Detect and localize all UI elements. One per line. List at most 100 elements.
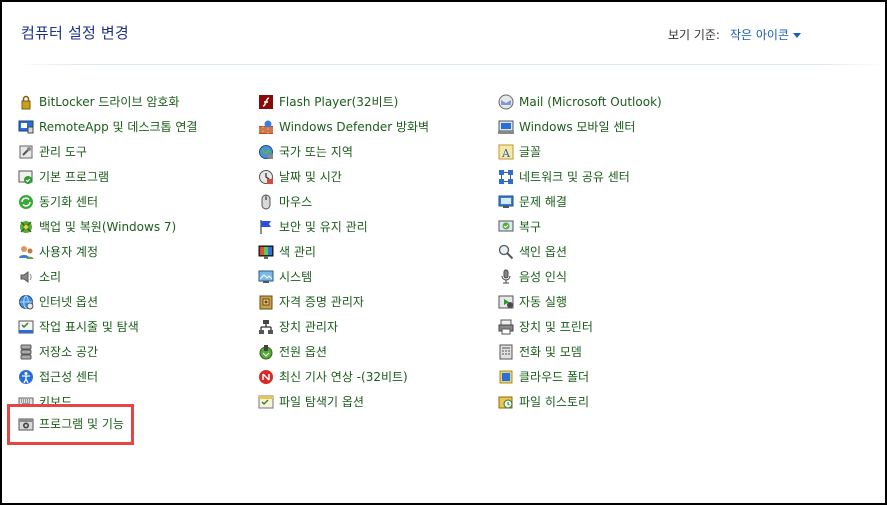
sound-icon (18, 269, 34, 285)
view-by-label: 보기 기준: (667, 28, 720, 42)
control-panel-item[interactable]: 관리 도구 (18, 139, 197, 164)
item-label: Windows Defender 방화벽 (279, 120, 430, 134)
item-label: 날짜 및 시간 (279, 170, 342, 184)
devices-printers-icon (498, 319, 514, 335)
firewall-icon (258, 119, 274, 135)
control-panel-item[interactable]: 색인 옵션 (498, 239, 662, 264)
programs-features-icon (18, 416, 34, 432)
control-panel-item[interactable]: Flash Player(32비트) (258, 89, 429, 114)
control-panel-item[interactable]: 클라우드 폴더 (498, 364, 662, 389)
mouse-icon (258, 194, 274, 210)
item-label: 색 관리 (279, 245, 316, 259)
control-panel-item[interactable]: 파일 탐색기 옵션 (258, 389, 429, 414)
item-label: 색인 옵션 (519, 245, 567, 259)
item-label: 자격 증명 관리자 (279, 295, 364, 309)
item-label: 최신 기사 연상 -(32비트) (279, 370, 408, 384)
control-panel-item[interactable]: 음성 인식 (498, 264, 662, 289)
taskbar-icon (18, 319, 34, 335)
item-label: 파일 히스토리 (519, 395, 590, 409)
item-label: 소리 (39, 270, 62, 284)
item-label: Mail (Microsoft Outlook) (519, 94, 662, 109)
control-panel-item[interactable]: 인터넷 옵션 (18, 289, 197, 314)
network-sharing-icon (498, 169, 514, 185)
item-label: 네트워크 및 공유 센터 (519, 170, 630, 184)
date-time-icon (258, 169, 274, 185)
control-panel-item[interactable]: 최신 기사 연상 -(32비트) (258, 364, 429, 389)
item-label: 프로그램 및 기능 (39, 417, 124, 431)
control-panel-item[interactable]: 저장소 공간 (18, 339, 197, 364)
control-panel-item[interactable]: 장치 관리자 (258, 314, 429, 339)
mobility-center-icon (498, 119, 514, 135)
region-icon (258, 144, 274, 160)
item-label: 시스템 (279, 270, 313, 284)
control-panel-item[interactable]: 보안 및 유지 관리 (258, 214, 429, 239)
control-panel-item[interactable]: 백업 및 복원(Windows 7) (18, 214, 197, 239)
item-label: 사용자 계정 (39, 245, 99, 259)
control-panel-item[interactable]: 작업 표시줄 및 탐색 (18, 314, 197, 339)
news-icon (258, 369, 274, 385)
control-panel-item[interactable]: 전화 및 모뎀 (498, 339, 662, 364)
control-panel-item[interactable]: 시스템 (258, 264, 429, 289)
item-label: 전원 옵션 (279, 345, 327, 359)
item-label: Windows 모바일 센터 (519, 120, 636, 134)
control-panel-item[interactable]: 소리 (18, 264, 197, 289)
item-label: BitLocker 드라이브 암호화 (39, 95, 180, 109)
ease-of-access-icon (18, 369, 34, 385)
control-panel-item[interactable]: 날짜 및 시간 (258, 164, 429, 189)
file-history-icon (498, 394, 514, 410)
item-label: 국가 또는 지역 (279, 145, 353, 159)
mail-icon (498, 94, 514, 110)
control-panel-item[interactable]: 자격 증명 관리자 (258, 289, 429, 314)
system-icon (258, 269, 274, 285)
item-label: 음성 인식 (519, 270, 567, 284)
storage-spaces-icon (18, 344, 34, 360)
indexing-options-icon (498, 244, 514, 260)
items-column-3: Mail (Microsoft Outlook) Windows 모바일 센터 A 글… (498, 89, 662, 414)
control-panel-item[interactable]: 자동 실행 (498, 289, 662, 314)
control-panel-item[interactable]: 색 관리 (258, 239, 429, 264)
control-panel-item[interactable]: 마우스 (258, 189, 429, 214)
item-label: 저장소 공간 (39, 345, 99, 359)
internet-options-icon (18, 294, 34, 310)
default-programs-icon (18, 169, 34, 185)
control-panel-item[interactable]: 전원 옵션 (258, 339, 429, 364)
control-panel-item[interactable]: Mail (Microsoft Outlook) (498, 89, 662, 114)
autoplay-icon (498, 294, 514, 310)
control-panel-item[interactable]: BitLocker 드라이브 암호화 (18, 89, 197, 114)
fonts-icon: A (498, 144, 514, 160)
color-management-icon (258, 244, 274, 260)
power-options-icon (258, 344, 274, 360)
control-panel-item[interactable]: 장치 및 프린터 (498, 314, 662, 339)
control-panel-item[interactable]: RemoteApp 및 데스크톱 연결 (18, 114, 197, 139)
view-by-dropdown[interactable]: 작은 아이콘 (730, 26, 801, 43)
control-panel-item[interactable]: Windows 모바일 센터 (498, 114, 662, 139)
view-by-value: 작은 아이콘 (729, 28, 789, 42)
credential-manager-icon (258, 294, 274, 310)
control-panel-item[interactable]: 동기화 센터 (18, 189, 197, 214)
user-accounts-icon (18, 244, 34, 260)
control-panel-item[interactable]: 기본 프로그램 (18, 164, 197, 189)
control-panel-item[interactable]: A 글꼴 (498, 139, 662, 164)
items-column-1: BitLocker 드라이브 암호화 RemoteApp 및 데스크톱 연결관리 … (18, 89, 197, 414)
control-panel-item[interactable]: 네트워크 및 공유 센터 (498, 164, 662, 189)
page-title: 컴퓨터 설정 변경 (21, 24, 129, 42)
cloud-folder-icon (498, 369, 514, 385)
recovery-icon (498, 219, 514, 235)
item-label: 글꼴 (519, 145, 542, 159)
item-label: 작업 표시줄 및 탐색 (39, 320, 139, 334)
bitlocker-icon (18, 94, 34, 110)
troubleshooting-icon (498, 194, 514, 210)
admin-tools-icon (18, 144, 34, 160)
control-panel-item[interactable]: 접근성 센터 (18, 364, 197, 389)
item-label: 문제 해결 (519, 195, 567, 209)
control-panel-item[interactable]: 파일 히스토리 (498, 389, 662, 414)
backup-restore-icon (18, 219, 34, 235)
control-panel-item[interactable]: 사용자 계정 (18, 239, 197, 264)
control-panel-item[interactable]: 문제 해결 (498, 189, 662, 214)
control-panel-item[interactable]: 국가 또는 지역 (258, 139, 429, 164)
item-label: RemoteApp 및 데스크톱 연결 (39, 120, 198, 134)
item-label: 보안 및 유지 관리 (279, 220, 368, 234)
control-panel-item[interactable]: Windows Defender 방화벽 (258, 114, 429, 139)
control-panel-item[interactable]: 복구 (498, 214, 662, 239)
programs-features-item[interactable]: 프로그램 및 기능 (18, 411, 124, 436)
